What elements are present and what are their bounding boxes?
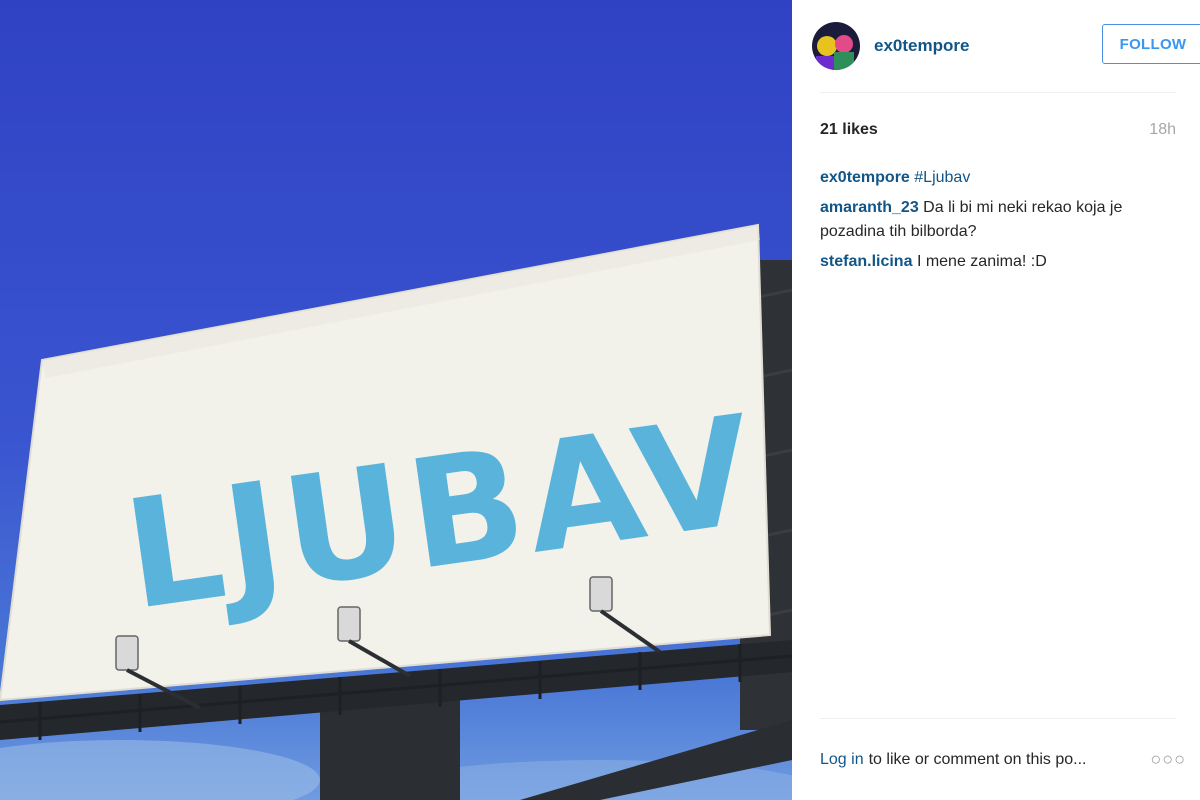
follow-button[interactable]: FOLLOW <box>1102 24 1200 64</box>
comment-text: I mene zanima! :D <box>916 253 1047 270</box>
list-item: amaranth_23 Da li bi mi neki rekao koja … <box>820 196 1176 244</box>
list-item: stefan.licina I mene zanima! :D <box>820 250 1176 274</box>
comment-user[interactable]: ex0tempore <box>820 169 910 186</box>
list-item: ex0tempore #Ljubav <box>820 166 1176 190</box>
post-stats: 21 likes 18h <box>820 118 1176 142</box>
comment-list: ex0tempore #Ljubav amaranth_23 Da li bi … <box>820 166 1176 280</box>
footer-text: to like or comment on this po... <box>868 750 1087 768</box>
instagram-post: LJUBAV ex0tempore FOLLOW 21 likes 18h ex… <box>0 0 1200 800</box>
comment-hashtag[interactable]: #Ljubav <box>914 169 970 186</box>
likes-count[interactable]: 21 likes <box>820 121 878 139</box>
comment-user[interactable]: amaranth_23 <box>820 199 919 216</box>
comment-user[interactable]: stefan.licina <box>820 253 912 270</box>
post-timestamp[interactable]: 18h <box>1149 121 1176 139</box>
post-footer: Log in to like or comment on this po... … <box>820 718 1185 800</box>
avatar[interactable] <box>812 22 860 70</box>
post-sidebar: ex0tempore FOLLOW 21 likes 18h ex0tempor… <box>792 0 1200 800</box>
post-header: ex0tempore FOLLOW <box>812 0 1200 93</box>
login-link[interactable]: Log in <box>820 751 864 769</box>
billboard-photo: LJUBAV <box>0 223 792 800</box>
post-photo[interactable]: LJUBAV <box>0 0 792 800</box>
ellipsis-icon[interactable]: ○○○ <box>1150 749 1186 770</box>
post-username[interactable]: ex0tempore <box>874 36 969 56</box>
